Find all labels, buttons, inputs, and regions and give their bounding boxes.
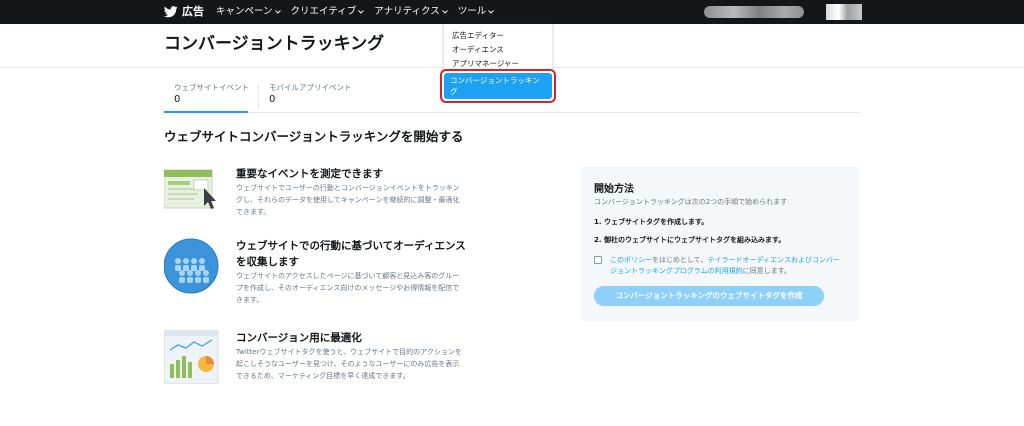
tab-website-events-label: ウェブサイトイベント xyxy=(174,83,249,92)
menu-item-ads-editor[interactable]: 広告エディター xyxy=(452,30,504,42)
chevron-down-icon xyxy=(441,10,448,14)
terms-text-mid: をはじめとして、 xyxy=(652,256,708,264)
feature-optimize-conversions: コンバージョン用に最適化 Twitterウェブサイトタグを使うと、ウェブサイトで… xyxy=(164,330,564,390)
brand-label: 広告 xyxy=(182,5,204,18)
chevron-down-icon xyxy=(274,10,281,14)
optimization-chart-icon xyxy=(164,330,219,384)
tab-website-events-count: 0 xyxy=(174,94,181,105)
nav-campaigns-label: キャンペーン xyxy=(216,6,273,17)
step-2: 2. 御社のウェブサイトにウェブサイトタグを組み込みます。 xyxy=(594,236,786,244)
nav-creatives[interactable]: クリエイティブ xyxy=(291,4,365,20)
feature-description: ウェブサイトでユーザーの行動とコンバージョンイベントをトラッキングし、それらのデ… xyxy=(236,184,460,216)
nav-menus: キャンペーン クリエイティブ アナリティクス ツール xyxy=(216,4,495,20)
page-title: コンバージョントラッキング xyxy=(164,34,385,54)
policy-link[interactable]: このポリシー xyxy=(610,256,652,264)
feature-collect-audience: ウェブサイトでの行動に基づいてオーディエンスを収集します ウェブサイトのアクセス… xyxy=(164,238,564,308)
highlight-outline: コンバージョントラッキング xyxy=(440,69,556,103)
avatar[interactable] xyxy=(826,4,862,20)
feature-description: Twitterウェブサイトタグを使うと、ウェブサイトで目的のアクションを起こしそ… xyxy=(236,348,462,380)
nav-creatives-label: クリエイティブ xyxy=(290,6,357,17)
nav-tools[interactable]: ツール xyxy=(458,4,495,20)
brand[interactable]: 広告 xyxy=(164,4,204,20)
chevron-down-icon xyxy=(488,10,495,14)
getting-started-subtitle: コンバージョントラッキングは次の2つの手順で始められます xyxy=(594,198,788,206)
tab-mobile-app-events-count: 0 xyxy=(269,94,276,105)
create-website-tag-button[interactable]: コンバージョントラッキングのウェブサイトタグを作成 xyxy=(594,286,824,306)
getting-started-title: 開始方法 xyxy=(594,184,634,195)
terms-text-end: に同意します。 xyxy=(742,267,791,275)
menu-item-audiences[interactable]: オーディエンス xyxy=(452,44,504,56)
website-events-icon xyxy=(164,169,216,209)
tab-mobile-app-events-label: モバイルアプリイベント xyxy=(269,83,352,92)
feature-title: コンバージョン用に最適化 xyxy=(236,332,362,344)
audience-icon xyxy=(164,238,219,294)
nav-tools-label: ツール xyxy=(457,6,487,17)
account-switcher[interactable] xyxy=(704,6,804,18)
twitter-bird-icon xyxy=(164,6,178,18)
terms-checkbox[interactable] xyxy=(594,256,602,264)
tab-mobile-app-events[interactable]: モバイルアプリイベント 0 xyxy=(259,82,369,113)
nav-analytics[interactable]: アナリティクス xyxy=(374,4,448,20)
chevron-down-icon xyxy=(358,10,365,14)
tab-website-events[interactable]: ウェブサイトイベント 0 xyxy=(164,82,249,113)
top-nav: 広告 キャンペーン クリエイティブ アナリティクス ツール xyxy=(0,0,1024,24)
feature-title: 重要なイベントを測定できます xyxy=(236,168,383,180)
menu-item-conversion-tracking[interactable]: コンバージョントラッキング xyxy=(444,73,552,99)
nav-campaigns[interactable]: キャンペーン xyxy=(216,4,281,20)
section-title: ウェブサイトコンバージョントラッキングを開始する xyxy=(164,129,464,144)
step-1: 1. ウェブサイトタグを作成します。 xyxy=(594,218,709,226)
nav-analytics-label: アナリティクス xyxy=(374,6,440,17)
getting-started-panel: 開始方法 コンバージョントラッキングは次の2つの手順で始められます 1. ウェブ… xyxy=(580,167,860,321)
terms-text: このポリシーをはじめとして、テイラードオーディエンスおよびコンバージョントラッキ… xyxy=(610,255,846,277)
feature-description: ウェブサイトのアクセスしたページに基づいて顧客と見込み客のグループを作成し、その… xyxy=(236,272,460,304)
feature-title: ウェブサイトでの行動に基づいてオーディエンスを収集します xyxy=(236,240,466,268)
feature-measure-events: 重要なイベントを測定できます ウェブサイトでユーザーの行動とコンバージョンイベン… xyxy=(164,166,564,226)
